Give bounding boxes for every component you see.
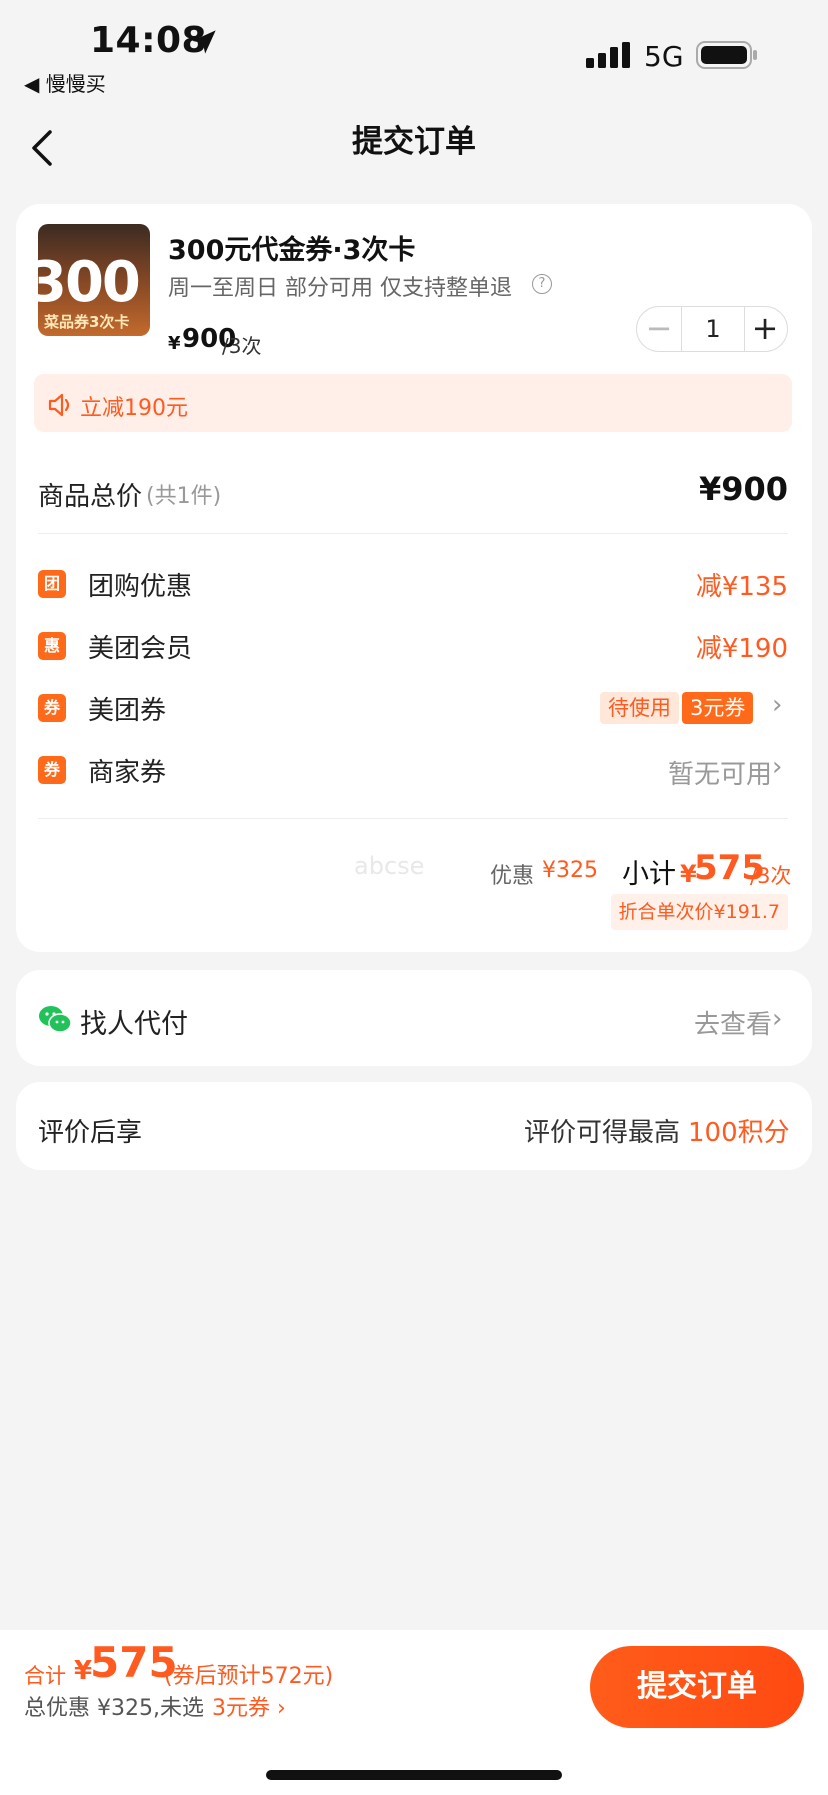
sum-label: 合计 xyxy=(24,1664,66,1688)
watermark-text: abcse xyxy=(354,852,425,880)
product-title[interactable]: 300元代金券·3次卡 xyxy=(168,228,415,267)
page-title: 提交订单 xyxy=(352,124,476,160)
subtotal-label: 小计 xyxy=(622,859,676,890)
coupon-amount-tag[interactable]: 3元券 xyxy=(682,692,754,724)
unused-coupon-text: 3元券 xyxy=(212,1696,270,1721)
price-currency: ¥ xyxy=(168,333,181,354)
submit-order-button[interactable]: 提交订单 xyxy=(590,1646,804,1728)
product-thumbnail[interactable]: 300 菜品券3次卡 xyxy=(38,224,150,336)
battery-icon xyxy=(696,41,757,69)
sum-after-coupon: (券后预计572元) xyxy=(164,1664,334,1689)
chevron-right-icon: › xyxy=(277,1696,286,1721)
product-subtitle: 周一至周日 部分可用 仅支持整单退 xyxy=(168,276,512,301)
thumbnail-caption: 菜品券3次卡 xyxy=(44,313,130,331)
meituan-coupon-label[interactable]: 美团券 xyxy=(88,690,166,727)
total-item-count: (共1件) xyxy=(146,484,222,509)
home-indicator[interactable] xyxy=(266,1770,562,1780)
thumbnail-number: 300 xyxy=(38,250,141,315)
member-label: 美团会员 xyxy=(88,634,193,664)
subtotal-unit: /3次 xyxy=(750,864,792,888)
member-badge-icon: 惠 xyxy=(38,632,66,660)
merchant-coupon-badge-icon: 券 xyxy=(38,756,66,784)
merchant-coupon-value[interactable]: 暂无可用 xyxy=(668,754,772,791)
help-question-icon[interactable]: ? xyxy=(532,274,552,294)
total-price-label: 商品总价 xyxy=(38,482,143,512)
network-type: 5G xyxy=(644,40,684,73)
review-text: 评价可得最高 xyxy=(524,1118,681,1148)
unused-coupon-link[interactable]: 3元券 › xyxy=(212,1690,286,1722)
back-to-app-link[interactable]: ◀ 慢慢买 xyxy=(24,68,106,97)
pay-for-me-label[interactable]: 找人代付 xyxy=(80,1002,188,1041)
signal-icon xyxy=(586,42,630,68)
quantity-decrease-button[interactable]: − xyxy=(637,307,681,351)
discount-banner-text: 立减190元 xyxy=(80,396,188,421)
review-points: 100积分 xyxy=(688,1118,790,1148)
quantity-stepper: − 1 + xyxy=(636,306,788,352)
saving-label: 优惠 xyxy=(490,864,535,889)
total-discount-detail: 总优惠 ¥325,未选 xyxy=(24,1696,204,1721)
divider xyxy=(38,533,788,534)
quantity-increase-button[interactable]: + xyxy=(743,307,787,351)
chevron-right-icon[interactable]: › xyxy=(772,1004,782,1034)
member-value: 减¥190 xyxy=(695,634,788,664)
chevron-right-icon[interactable]: › xyxy=(772,690,782,720)
group-buy-value: 减¥135 xyxy=(695,572,788,602)
speaker-icon xyxy=(48,393,70,417)
pay-for-me-action[interactable]: 去查看 xyxy=(694,1004,772,1041)
divider xyxy=(38,818,788,819)
saving-value: ¥325 xyxy=(542,858,598,883)
merchant-coupon-label[interactable]: 商家券 xyxy=(88,752,166,789)
quantity-value[interactable]: 1 xyxy=(681,307,745,351)
wechat-icon xyxy=(39,1006,72,1033)
meituan-coupon-badge-icon: 券 xyxy=(38,694,66,722)
coupon-pending-tag[interactable]: 待使用 xyxy=(600,692,679,724)
group-buy-label: 团购优惠 xyxy=(88,572,193,602)
location-arrow-icon xyxy=(192,30,216,54)
total-price-value: ¥900 xyxy=(698,470,788,508)
price-unit: /3次 xyxy=(222,334,262,358)
per-use-price-tag: 折合单次价¥191.7 xyxy=(610,894,788,930)
group-buy-badge-icon: 团 xyxy=(38,570,66,598)
review-label: 评价后享 xyxy=(38,1118,143,1148)
chevron-right-icon[interactable]: › xyxy=(772,752,782,782)
